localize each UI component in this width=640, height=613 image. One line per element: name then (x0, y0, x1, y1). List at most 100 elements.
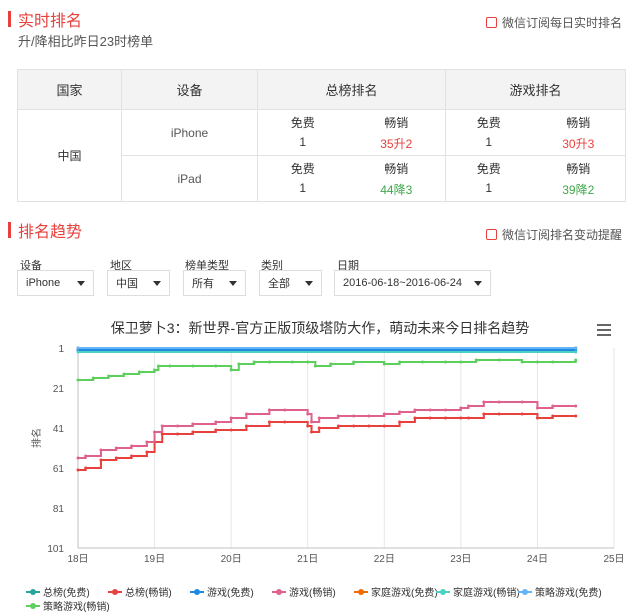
series-point (76, 456, 80, 460)
series-point (252, 360, 256, 364)
legend-label: 游戏(免费) (207, 588, 254, 599)
series-point (352, 360, 356, 364)
legend-item[interactable]: 总榜(免费) (26, 584, 90, 599)
series-point (267, 360, 271, 364)
series-point (191, 422, 195, 426)
series-point (497, 412, 501, 416)
x-tick-label: 19日 (144, 554, 165, 565)
y-tick-label: 41 (53, 424, 65, 435)
series-point (317, 416, 321, 420)
legend-item[interactable]: 游戏(畅销) (272, 584, 336, 599)
series-point (153, 430, 157, 434)
series-point (84, 454, 88, 458)
series-point (535, 406, 539, 410)
series-point (574, 346, 578, 350)
legend-swatch (272, 588, 286, 595)
series-point (229, 428, 233, 432)
series-point (444, 360, 448, 364)
series-line (78, 401, 576, 459)
series-point (176, 424, 180, 428)
legend-swatch (26, 588, 40, 595)
series-point (107, 374, 111, 378)
series-point (336, 424, 340, 428)
series-point (551, 404, 555, 408)
series-point (267, 408, 271, 412)
legend-item[interactable]: 家庭游戏(畅销) (436, 584, 520, 599)
series-point (413, 408, 417, 412)
series-point (467, 416, 471, 420)
series-point (398, 410, 402, 414)
series-point (76, 468, 80, 472)
series-point (244, 424, 248, 428)
legend-label: 游戏(畅销) (289, 588, 336, 599)
series-point (191, 430, 195, 434)
legend-label: 策略游戏(免费) (535, 588, 602, 599)
series-point (382, 412, 386, 416)
series-point (336, 414, 340, 418)
series-point (99, 448, 103, 452)
series-point (214, 420, 218, 424)
legend-label: 总榜(畅销) (125, 588, 172, 599)
y-tick-label: 21 (53, 384, 65, 395)
series-point (520, 360, 524, 364)
series-point (130, 444, 134, 448)
x-tick-label: 20日 (221, 554, 242, 565)
x-tick-label: 24日 (527, 554, 548, 565)
series-point (91, 376, 95, 380)
series-point (467, 404, 471, 408)
series-point (459, 360, 463, 364)
series-point (160, 424, 164, 428)
series-point (497, 400, 501, 404)
series-point (421, 360, 425, 364)
legend-item[interactable]: 游戏(免费) (190, 584, 254, 599)
series-point (156, 364, 160, 368)
series-point (317, 426, 321, 430)
series-point (76, 350, 80, 354)
legend-item[interactable]: 策略游戏(畅销) (26, 598, 110, 613)
legend-swatch (190, 588, 204, 595)
series-point (229, 368, 233, 372)
series-point (168, 364, 172, 368)
legend-swatch (354, 588, 368, 595)
legend-item[interactable]: 策略游戏(免费) (518, 584, 602, 599)
series-point (398, 420, 402, 424)
series-point (382, 362, 386, 366)
legend-label: 总榜(免费) (43, 588, 90, 599)
series-point (551, 360, 555, 364)
legend-swatch (518, 588, 532, 595)
series-point (153, 368, 157, 372)
series-line (78, 359, 577, 381)
legend-swatch (108, 588, 122, 595)
legend-label: 家庭游戏(免费) (371, 588, 438, 599)
x-tick-label: 22日 (374, 554, 395, 565)
series-point (482, 400, 486, 404)
series-point (352, 414, 356, 418)
series-point (367, 424, 371, 428)
series-point (244, 412, 248, 416)
legend-item[interactable]: 家庭游戏(免费) (354, 584, 438, 599)
series-point (145, 440, 149, 444)
series-point (352, 424, 356, 428)
series-point (84, 466, 88, 470)
series-point (574, 358, 578, 362)
x-tick-label: 21日 (297, 554, 318, 565)
x-tick-label: 18日 (67, 554, 88, 565)
x-tick-label: 23日 (450, 554, 471, 565)
series-point (520, 412, 524, 416)
series-point (306, 424, 310, 428)
series-point (428, 408, 432, 412)
y-axis-label: 排名 (30, 428, 43, 448)
y-tick-label: 61 (53, 464, 65, 475)
series-point (176, 432, 180, 436)
series-point (459, 406, 463, 410)
series-point (444, 416, 448, 420)
series-point (229, 416, 233, 420)
series-point (459, 416, 463, 420)
legend-item[interactable]: 总榜(畅销) (108, 584, 172, 599)
series-point (398, 360, 402, 364)
series-point (306, 412, 310, 416)
series-point (535, 416, 539, 420)
legend-swatch (436, 588, 450, 595)
series-point (114, 456, 118, 460)
series-point (191, 364, 195, 368)
